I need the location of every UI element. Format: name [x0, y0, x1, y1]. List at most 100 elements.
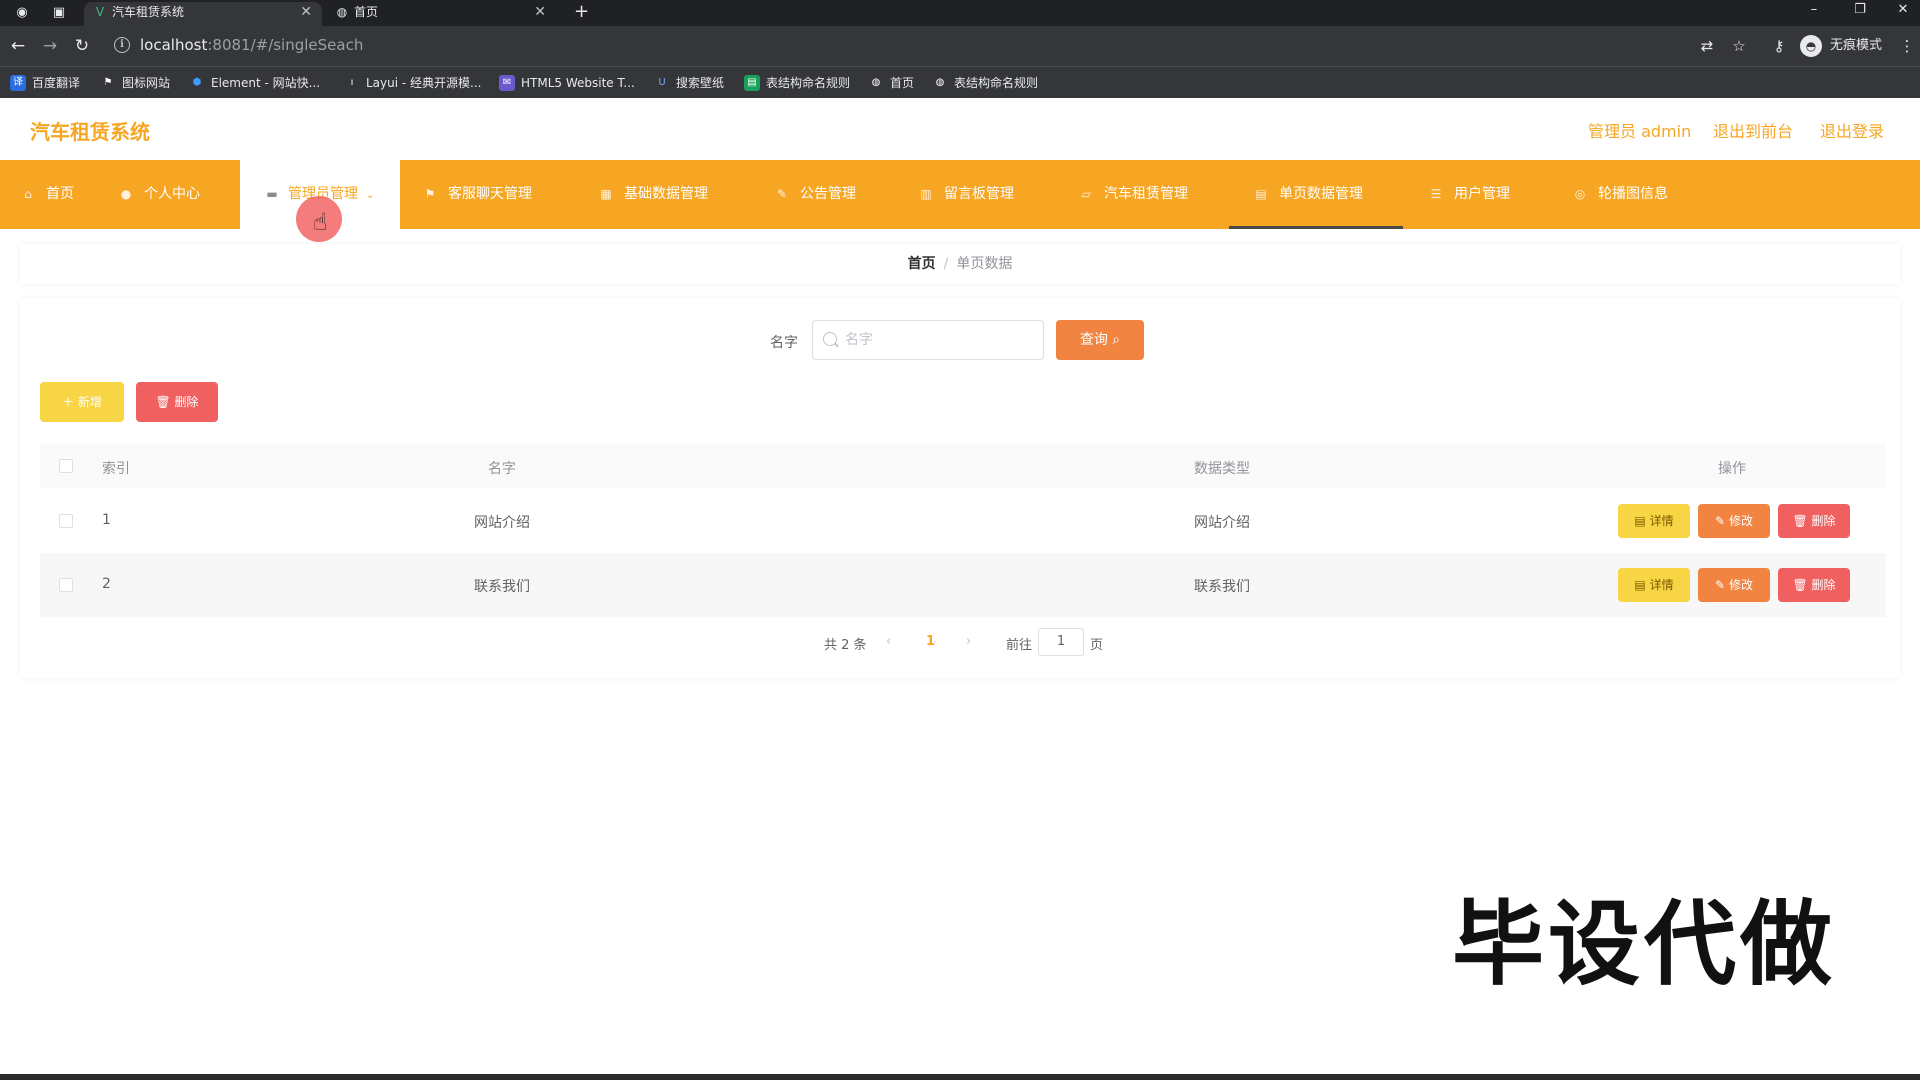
bookmark-item[interactable]: ◍ 首页: [868, 74, 914, 92]
wallpaper-icon: U: [658, 77, 666, 88]
menu-item-message-board[interactable]: ▥ 留言板管理: [918, 160, 1014, 229]
delete-button[interactable]: 🗑 删除: [1778, 504, 1850, 538]
menu-item-chat[interactable]: ⚑ 客服聊天管理: [422, 160, 532, 229]
browser-tab-title: 首页: [354, 5, 379, 19]
bookmark-item[interactable]: ⚑ 图标网站: [100, 74, 171, 92]
table-row: 1 网站介绍 网站介绍 ▤ 详情 ✎ 修改 🗑 删除: [40, 489, 1886, 553]
pagination-goto-input[interactable]: 1: [1038, 628, 1084, 656]
search-input-wrapper[interactable]: [812, 320, 1044, 360]
menu-label: 汽车租赁管理: [1104, 186, 1188, 202]
edit-icon: ✎: [1715, 514, 1726, 528]
trash-icon: 🗑: [1792, 578, 1808, 592]
html5-icon: ✉: [499, 75, 515, 91]
restore-icon[interactable]: ❐: [1840, 0, 1880, 22]
pagination-current-page[interactable]: 1: [926, 634, 935, 649]
minimize-icon[interactable]: –: [1794, 0, 1834, 22]
bookmark-item[interactable]: ▤ 表结构命名规则: [744, 74, 850, 92]
logout-link[interactable]: 退出登录: [1820, 118, 1884, 142]
star-icon[interactable]: ☆: [1728, 36, 1750, 56]
browser-tab-active[interactable]: V 汽车租赁系统 ✕: [84, 2, 322, 26]
menu-label: 单页数据管理: [1279, 186, 1363, 202]
grid-icon: ▦: [600, 187, 612, 201]
detail-label: 详情: [1649, 514, 1674, 528]
back-icon[interactable]: ←: [6, 34, 30, 58]
menu-label: 用户管理: [1454, 186, 1510, 202]
edit-button[interactable]: ✎ 修改: [1698, 504, 1770, 538]
breadcrumb: 首页 / 单页数据: [20, 244, 1900, 284]
search-input[interactable]: [845, 330, 1035, 350]
exit-front-link[interactable]: 退出到前台: [1713, 118, 1793, 142]
row-checkbox[interactable]: [59, 578, 73, 592]
globe-icon: ◍: [336, 5, 348, 19]
tab-search-icon[interactable]: ▣: [50, 4, 68, 22]
incognito-icon: ◓: [1800, 35, 1822, 57]
bookmark-item[interactable]: ⬢ Element - 网站快...: [189, 74, 320, 92]
forward-icon[interactable]: →: [38, 34, 62, 58]
delete-label: 删除: [1811, 578, 1836, 592]
batch-delete-button[interactable]: 🗑 删除: [136, 382, 218, 422]
sheet-icon: ▤: [744, 75, 760, 91]
plus-icon: ＋: [62, 395, 75, 409]
delete-button-label: 删除: [174, 395, 199, 409]
pagination-page-suffix: 页: [1090, 638, 1104, 653]
translate-icon[interactable]: ⇄: [1696, 36, 1718, 56]
hand-cursor-icon: ☝: [313, 208, 328, 236]
monitor-icon: ▬: [266, 187, 278, 201]
column-header-type: 数据类型: [1194, 461, 1250, 477]
delete-button[interactable]: 🗑 删除: [1778, 568, 1850, 602]
edit-button[interactable]: ✎ 修改: [1698, 568, 1770, 602]
next-page-icon[interactable]: ›: [966, 634, 971, 649]
menu-label: 轮播图信息: [1598, 186, 1668, 202]
bookmark-item[interactable]: ◍ 表结构命名规则: [932, 74, 1038, 92]
menu-label: 基础数据管理: [624, 186, 708, 202]
menu-item-single-page[interactable]: ▤ 单页数据管理: [1229, 160, 1403, 229]
edit-label: 修改: [1728, 578, 1753, 592]
new-tab-button[interactable]: +: [574, 1, 589, 22]
menu-item-car-rental[interactable]: ▱ 汽车租赁管理: [1078, 160, 1188, 229]
vue-logo-icon: V: [95, 5, 105, 19]
bookmark-item[interactable]: ı Layui - 经典开源模...: [344, 74, 482, 92]
select-all-checkbox[interactable]: [59, 459, 73, 473]
more-menu-icon[interactable]: ⋮: [1896, 36, 1918, 56]
column-header-index: 索引: [102, 461, 130, 477]
breadcrumb-home[interactable]: 首页: [908, 256, 936, 272]
search-icon: ⌕: [1112, 332, 1121, 348]
edit-label: 修改: [1728, 514, 1753, 528]
add-button[interactable]: ＋ 新增: [40, 382, 124, 422]
close-window-icon[interactable]: ✕: [1886, 0, 1920, 22]
close-tab-icon[interactable]: ✕: [300, 2, 312, 22]
breadcrumb-current: 单页数据: [956, 256, 1013, 272]
detail-button[interactable]: ▤ 详情: [1618, 568, 1690, 602]
row-type: 网站介绍: [1194, 515, 1250, 531]
delete-label: 删除: [1811, 514, 1836, 528]
detail-button[interactable]: ▤ 详情: [1618, 504, 1690, 538]
key-icon[interactable]: ⚷: [1768, 36, 1790, 56]
menu-item-base-data[interactable]: ▦ 基础数据管理: [598, 160, 708, 229]
reload-icon[interactable]: ↻: [70, 34, 94, 58]
incognito-label: 无痕模式: [1830, 38, 1883, 53]
close-tab-icon[interactable]: ✕: [534, 2, 546, 22]
menu-item-profile[interactable]: ● 个人中心: [118, 160, 200, 229]
main-nav-menu: ⌂ 首页 ● 个人中心 ▬ 管理员管理 ⌄ ⚑ 客服聊天管理 ▦ 基础数据管理 ✎ 公告管理 …: [0, 160, 1920, 229]
image-icon: ◎: [1574, 187, 1586, 201]
row-checkbox[interactable]: [59, 514, 73, 528]
menu-label: 公告管理: [800, 186, 856, 202]
menu-item-users[interactable]: ☰ 用户管理: [1428, 160, 1510, 229]
bookmark-item[interactable]: ✉ HTML5 Website T...: [499, 74, 635, 92]
site-info-icon[interactable]: i: [114, 37, 130, 53]
bookmark-label: 表结构命名规则: [954, 76, 1039, 90]
edit-icon: ✎: [1715, 578, 1726, 592]
prev-page-icon[interactable]: ‹: [886, 634, 891, 649]
users-icon: ☰: [1430, 187, 1442, 201]
browser-tab-home[interactable]: ◍ 首页 ✕: [326, 2, 556, 26]
menu-item-carousel[interactable]: ◎ 轮播图信息: [1572, 160, 1668, 229]
bookmark-label: 首页: [890, 76, 915, 90]
url-host: localhost: [140, 36, 208, 54]
query-button[interactable]: 查询 ⌕: [1056, 320, 1144, 360]
incognito-indicator[interactable]: ◓ 无痕模式: [1800, 34, 1882, 58]
url-field[interactable]: i localhost:8081/#/singleSeach: [108, 32, 1708, 60]
menu-item-notice[interactable]: ✎ 公告管理: [774, 160, 856, 229]
bookmark-item[interactable]: U 搜索壁纸: [654, 74, 724, 92]
menu-item-home[interactable]: ⌂ 首页: [20, 160, 74, 229]
bookmark-item[interactable]: 译百度翻译: [10, 74, 80, 92]
